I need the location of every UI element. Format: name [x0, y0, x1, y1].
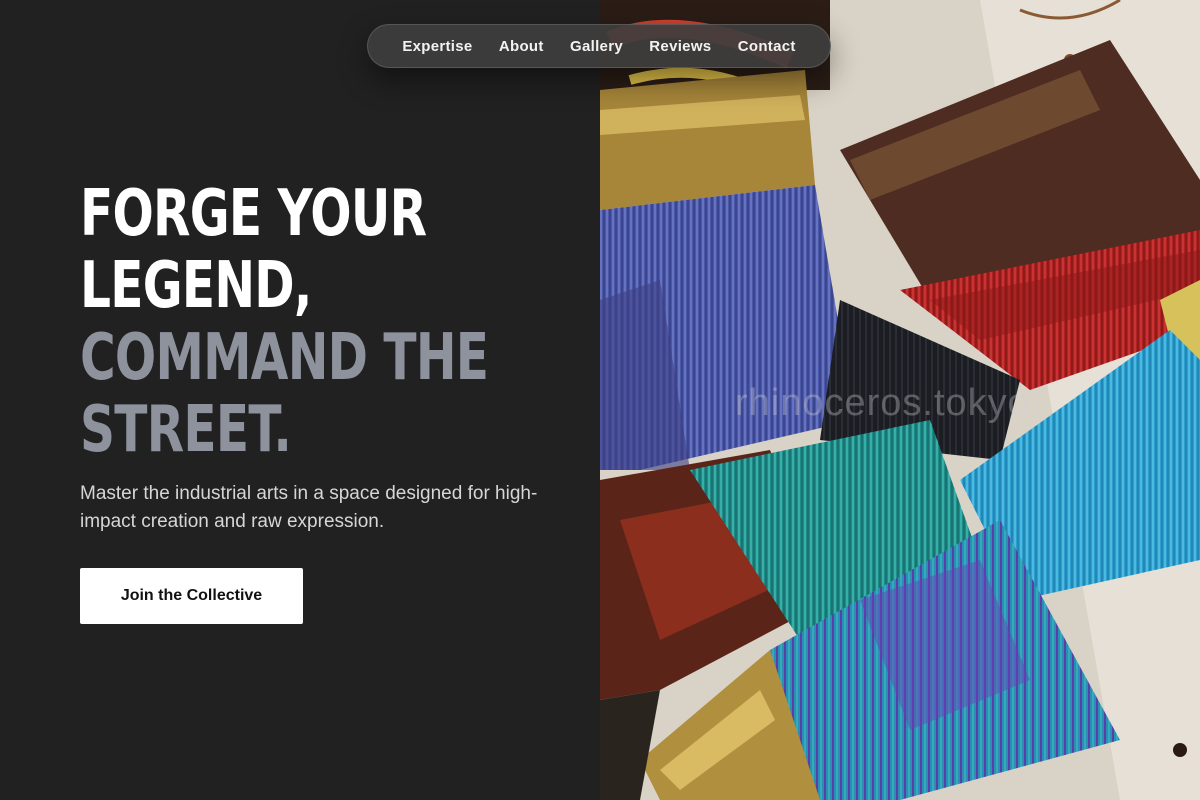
nav-item-gallery[interactable]: Gallery — [570, 38, 623, 55]
headline-line-4: STREET. — [80, 393, 292, 467]
join-collective-button[interactable]: Join the Collective — [80, 568, 303, 624]
headline-line-1: FORGE YOUR — [80, 177, 427, 251]
headline-line-2: LEGEND, — [80, 249, 312, 323]
image-watermark: rhinoceros.tokyo — [735, 382, 1030, 424]
main-nav: Expertise About Gallery Reviews Contact — [367, 24, 831, 68]
hero-headline: FORGE YOUR LEGEND, COMMAND THE STREET. — [80, 177, 489, 467]
nav-item-about[interactable]: About — [499, 38, 544, 55]
hero-section: FORGE YOUR LEGEND, COMMAND THE STREET. M… — [0, 0, 600, 800]
nav-item-expertise[interactable]: Expertise — [402, 38, 472, 55]
nav-item-reviews[interactable]: Reviews — [649, 38, 711, 55]
hero-subtext: Master the industrial arts in a space de… — [80, 483, 538, 532]
headline-line-3: COMMAND THE — [80, 321, 489, 395]
nav-item-contact[interactable]: Contact — [738, 38, 796, 55]
landing-page: FORGE YOUR LEGEND, COMMAND THE STREET. M… — [0, 0, 1200, 800]
